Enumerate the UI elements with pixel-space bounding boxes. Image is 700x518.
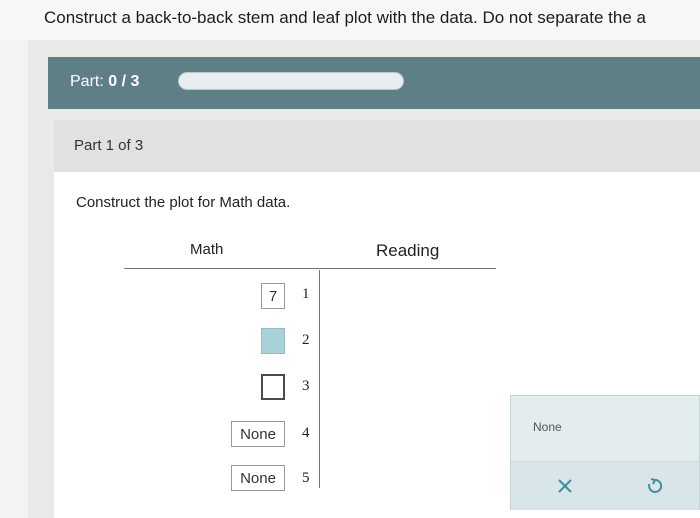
instruction-text: Construct a back-to-back stem and leaf p… <box>44 8 646 27</box>
close-icon[interactable] <box>551 472 579 500</box>
math-leaf-input-row-2[interactable] <box>261 328 285 354</box>
progress-track <box>178 72 404 90</box>
part-progress-bar: Part: 0 / 3 <box>48 57 700 109</box>
palette-footer <box>511 461 699 510</box>
math-leaf-input-row-4[interactable]: None <box>231 421 285 447</box>
question-prompt: Construct the plot for Math data. <box>76 194 291 211</box>
undo-icon-glyph <box>648 478 663 493</box>
math-leaf-input-row-1[interactable]: 7 <box>261 283 285 309</box>
part-score: 0 / 3 <box>108 73 140 90</box>
math-leaf-input-row-5[interactable]: None <box>231 465 285 491</box>
header-rule <box>124 268 496 269</box>
undo-icon[interactable] <box>641 472 669 500</box>
stem-1: 1 <box>302 286 310 302</box>
stem-3: 3 <box>302 378 310 394</box>
close-icon-glyph <box>558 479 572 493</box>
stem-2: 2 <box>302 332 310 348</box>
part-label: Part: 0 / 3 <box>70 73 139 91</box>
panel-header: Part 1 of 3 <box>54 120 700 172</box>
math-column-header: Math <box>190 241 224 258</box>
part-label-text: Part: <box>70 73 104 90</box>
part-heading: Part 1 of 3 <box>74 137 144 154</box>
math-leaf-input-row-3[interactable] <box>261 374 285 400</box>
left-margin <box>0 40 28 518</box>
top-bar: Construct a back-to-back stem and leaf p… <box>0 0 700 40</box>
stem-4: 4 <box>302 425 310 441</box>
stem-5: 5 <box>302 470 310 486</box>
stem-divider <box>319 270 320 488</box>
answer-palette: None <box>510 395 700 510</box>
reading-column-header: Reading <box>376 241 440 260</box>
none-option-button[interactable]: None <box>533 420 562 434</box>
